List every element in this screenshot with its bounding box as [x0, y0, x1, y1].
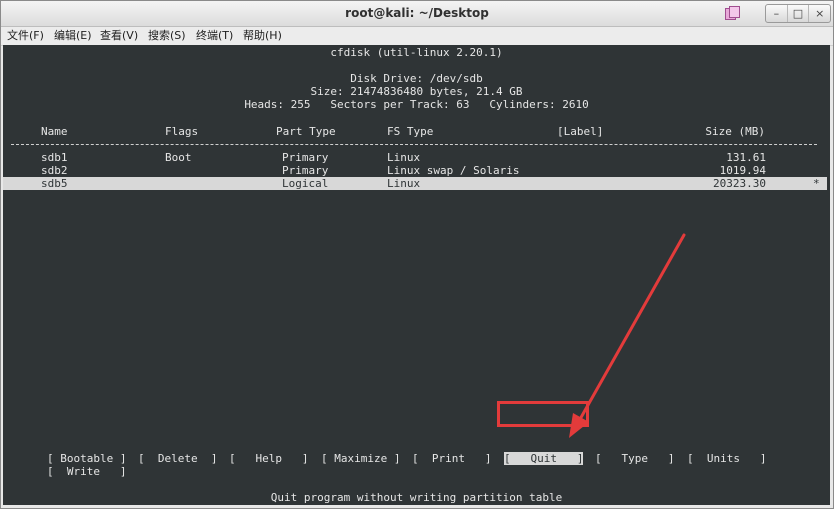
annotation-arrow-icon: [569, 233, 686, 438]
terminal-window: root@kali: ~/Desktop – □ × 文件(F) 编辑(E) 查…: [0, 0, 834, 509]
